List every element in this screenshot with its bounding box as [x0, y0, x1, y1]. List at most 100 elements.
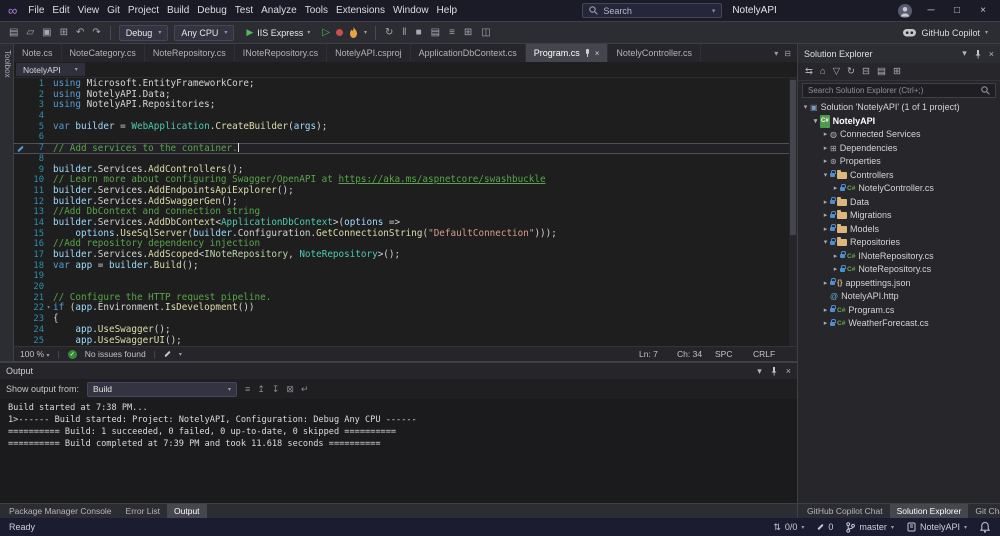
- expand-arrow-icon[interactable]: ▸: [821, 317, 830, 331]
- go-prev-message-icon[interactable]: ↥: [257, 384, 265, 395]
- code-line-3[interactable]: 3 using NotelyAPI.Repositories;: [14, 100, 797, 111]
- tree-item-repositories[interactable]: ▾ Repositories: [798, 236, 1000, 250]
- pencil-icon[interactable]: [164, 350, 171, 358]
- github-copilot-button[interactable]: GitHub Copilot ▾: [903, 28, 992, 38]
- expand-arrow-icon[interactable]: ▾: [821, 169, 830, 183]
- break-all-icon[interactable]: ‖: [401, 23, 407, 43]
- scrollbar-thumb[interactable]: [790, 80, 796, 236]
- tab-program-cs[interactable]: Program.cs ×: [525, 44, 609, 62]
- code-line-7[interactable]: 7 // Add services to the container.: [14, 143, 797, 154]
- expand-arrow-icon[interactable]: ▸: [821, 142, 830, 156]
- notifications-button[interactable]: [980, 521, 990, 533]
- expand-arrow-icon[interactable]: ▸: [831, 182, 840, 196]
- tree-item-noterepository-cs[interactable]: ▸ C# NoteRepository.cs: [798, 263, 1000, 277]
- chevron-down-icon[interactable]: ▾: [757, 366, 762, 377]
- code-line-18[interactable]: 18 var app = builder.Build();: [14, 260, 797, 272]
- global-search-input[interactable]: Search ▾: [582, 3, 723, 18]
- close-tab-icon[interactable]: ×: [595, 49, 600, 58]
- pin-icon[interactable]: [770, 366, 778, 376]
- menu-test[interactable]: Test: [231, 0, 257, 22]
- word-wrap-icon[interactable]: ↵: [301, 384, 309, 395]
- panel-tab-github-copilot-chat[interactable]: GitHub Copilot Chat: [800, 504, 890, 518]
- solution-platforms-dropdown[interactable]: Any CPU ▾: [174, 24, 235, 41]
- menu-help[interactable]: Help: [433, 0, 462, 22]
- panel-tab-git-changes[interactable]: Git Changes: [968, 504, 1000, 518]
- code-line-25[interactable]: 25 app.UseSwaggerUI();: [14, 335, 797, 347]
- menu-file[interactable]: File: [24, 0, 48, 22]
- tree-item-notelyapi[interactable]: ▾ C# NotelyAPI: [798, 114, 1000, 129]
- health-check-icon[interactable]: ✓: [67, 349, 77, 359]
- menu-project[interactable]: Project: [124, 0, 163, 22]
- expand-arrow-icon[interactable]: ▸: [821, 196, 830, 210]
- health-status[interactable]: No issues found: [85, 349, 146, 359]
- tree-item-program-cs[interactable]: ▸ C# Program.cs: [798, 304, 1000, 318]
- hot-reload-icon[interactable]: [349, 27, 358, 38]
- solution-configurations-dropdown[interactable]: Debug ▾: [118, 24, 169, 41]
- menu-debug[interactable]: Debug: [193, 0, 230, 22]
- panel-tab-output[interactable]: Output: [167, 504, 207, 518]
- expand-arrow-icon[interactable]: ▸: [831, 250, 840, 264]
- find-message-icon[interactable]: ≡: [245, 384, 250, 395]
- refresh-icon[interactable]: ↻: [847, 66, 855, 77]
- expand-arrow-icon[interactable]: ▾: [811, 115, 820, 129]
- hot-reload-stop-icon[interactable]: [336, 29, 344, 36]
- tree-item-inoterepository-cs[interactable]: ▸ C# INoteRepository.cs: [798, 250, 1000, 264]
- tree-item-notelycontroller-cs[interactable]: ▸ C# NotelyController.cs: [798, 182, 1000, 196]
- maximize-button[interactable]: □: [950, 5, 964, 16]
- menu-window[interactable]: Window: [389, 0, 433, 22]
- close-icon[interactable]: ×: [989, 49, 994, 59]
- close-button[interactable]: ×: [976, 5, 990, 16]
- close-icon[interactable]: ×: [786, 366, 791, 376]
- pin-icon[interactable]: [584, 49, 591, 57]
- new-file-icon[interactable]: ▤: [8, 23, 19, 43]
- expand-arrow-icon[interactable]: ▾: [801, 101, 810, 115]
- tab-note-cs[interactable]: Note.cs: [14, 44, 62, 62]
- tree-item-controllers[interactable]: ▾ Controllers: [798, 169, 1000, 183]
- menu-tools[interactable]: Tools: [301, 0, 332, 22]
- line-indicator[interactable]: Ln: 7: [639, 349, 677, 359]
- minimize-button[interactable]: ─: [924, 5, 938, 16]
- project-dropdown[interactable]: NotelyAPI ▾: [16, 63, 85, 76]
- code-line-5[interactable]: 5 var builder = WebApplication.CreateBuil…: [14, 121, 797, 133]
- tab-inoterepository-cs[interactable]: INoteRepository.cs: [235, 44, 328, 62]
- collapse-all-icon[interactable]: ⊟: [862, 66, 870, 77]
- code-line-6[interactable]: 6: [14, 132, 797, 143]
- start-debugging-button[interactable]: ▶ IIS Express ▾: [240, 25, 316, 41]
- code-editor[interactable]: 1 using Microsoft.EntityFrameworkCore; 2 us…: [14, 78, 797, 346]
- stop-icon[interactable]: ■: [415, 23, 423, 43]
- show-all-files-icon[interactable]: ▤: [877, 66, 886, 77]
- chevron-down-icon[interactable]: ▾: [962, 48, 967, 59]
- tab-list-icon[interactable]: ▾: [774, 49, 778, 58]
- eol-indicator[interactable]: CRLF: [753, 349, 791, 359]
- tab-notecategory-cs[interactable]: NoteCategory.cs: [62, 44, 145, 62]
- tree-item-solution-notelyapi-1-of-1-project[interactable]: ▾ ▣ Solution 'NotelyAPI' (1 of 1 project): [798, 101, 1000, 115]
- menu-git[interactable]: Git: [103, 0, 124, 22]
- space-indicator[interactable]: SPC: [715, 349, 753, 359]
- branch-selector[interactable]: master ▾: [846, 521, 894, 533]
- pending-changes-button[interactable]: 0: [817, 522, 833, 532]
- tab-applicationdbcontext-cs[interactable]: ApplicationDbContext.cs: [411, 44, 526, 62]
- expand-arrow-icon[interactable]: ▸: [821, 277, 830, 291]
- restart-icon[interactable]: ↻: [384, 23, 394, 43]
- sync-commits-button[interactable]: ⇅ 0/0 ▾: [773, 522, 804, 533]
- column-indicator[interactable]: Ch: 34: [677, 349, 715, 359]
- show-output-icon[interactable]: ▤: [430, 23, 441, 43]
- panel-tab-solution-explorer[interactable]: Solution Explorer: [889, 504, 969, 518]
- expand-arrow-icon[interactable]: ▾: [821, 236, 830, 250]
- tree-item-models[interactable]: ▸ Models: [798, 223, 1000, 237]
- tab-notelycontroller-cs[interactable]: NotelyController.cs: [608, 44, 701, 62]
- tree-item-data[interactable]: ▸ Data: [798, 196, 1000, 210]
- tree-item-properties[interactable]: ▸ ⊛ Properties: [798, 155, 1000, 169]
- tab-noterepository-cs[interactable]: NoteRepository.cs: [145, 44, 235, 62]
- menu-edit[interactable]: Edit: [48, 0, 73, 22]
- tree-item-dependencies[interactable]: ▸ ⊞ Dependencies: [798, 142, 1000, 156]
- clear-all-icon[interactable]: ⊠: [286, 384, 294, 395]
- start-without-debugging-icon[interactable]: ▷: [322, 27, 330, 38]
- expand-arrow-icon[interactable]: ▸: [821, 304, 830, 318]
- panel-tab-error-list[interactable]: Error List: [119, 504, 167, 518]
- zoom-level[interactable]: 100 % ▾: [20, 349, 50, 359]
- expand-arrow-icon[interactable]: ▸: [821, 223, 830, 237]
- tree-item-weatherforecast-cs[interactable]: ▸ C# WeatherForecast.cs: [798, 317, 1000, 331]
- compare-icon[interactable]: ◫: [480, 23, 491, 43]
- redo-icon[interactable]: ↷: [91, 23, 101, 43]
